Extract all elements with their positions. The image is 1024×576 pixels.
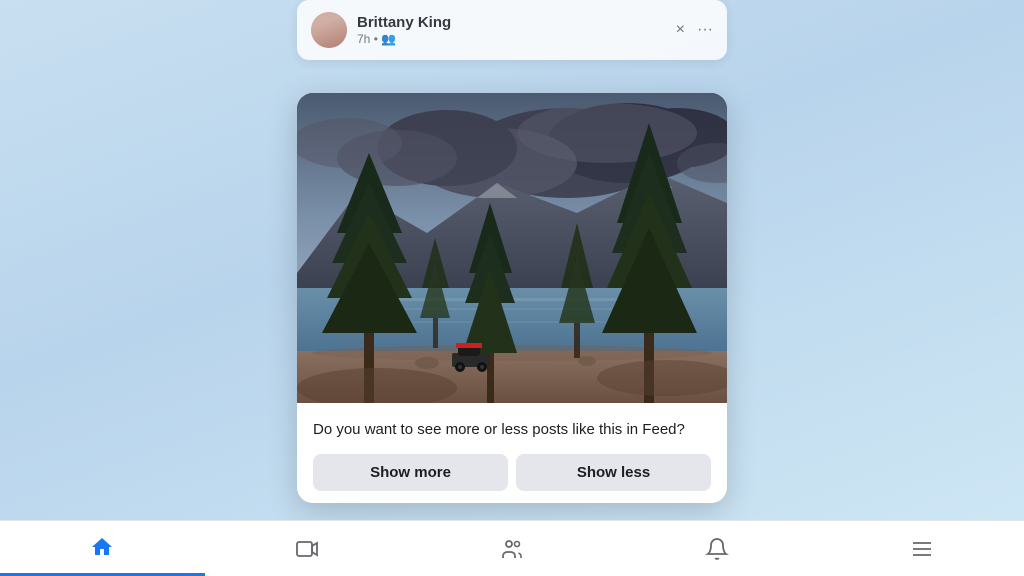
action-buttons: Show more Show less [313, 454, 711, 491]
show-more-button[interactable]: Show more [313, 454, 508, 491]
background-post-card: Brittany King 7h • 👥 × ··· [297, 0, 727, 60]
card-actions[interactable]: × ··· [676, 21, 713, 39]
nav-notifications[interactable] [614, 521, 819, 576]
nav-video[interactable] [205, 521, 410, 576]
home-icon [90, 535, 114, 559]
nav-people[interactable] [410, 521, 615, 576]
post-time: 7h [357, 32, 370, 46]
friends-icon: 👥 [381, 32, 396, 46]
show-less-button[interactable]: Show less [516, 454, 711, 491]
more-options-icon[interactable]: ··· [697, 21, 713, 39]
video-icon [295, 537, 319, 561]
nav-home[interactable] [0, 521, 205, 576]
post-meta: 7h • 👥 [357, 32, 451, 46]
bell-icon [705, 537, 729, 561]
people-icon [500, 537, 524, 561]
user-name: Brittany King [357, 14, 451, 32]
prompt-text: Do you want to see more or less posts li… [313, 419, 711, 441]
close-icon[interactable]: × [676, 21, 685, 39]
menu-icon [910, 537, 934, 561]
nav-menu[interactable] [819, 521, 1024, 576]
avatar [311, 12, 347, 48]
post-photo [297, 93, 727, 403]
user-info: Brittany King 7h • 👥 [357, 14, 451, 46]
post-popup-card: Do you want to see more or less posts li… [297, 93, 727, 504]
bottom-nav [0, 520, 1024, 576]
card-content: Do you want to see more or less posts li… [297, 403, 727, 504]
